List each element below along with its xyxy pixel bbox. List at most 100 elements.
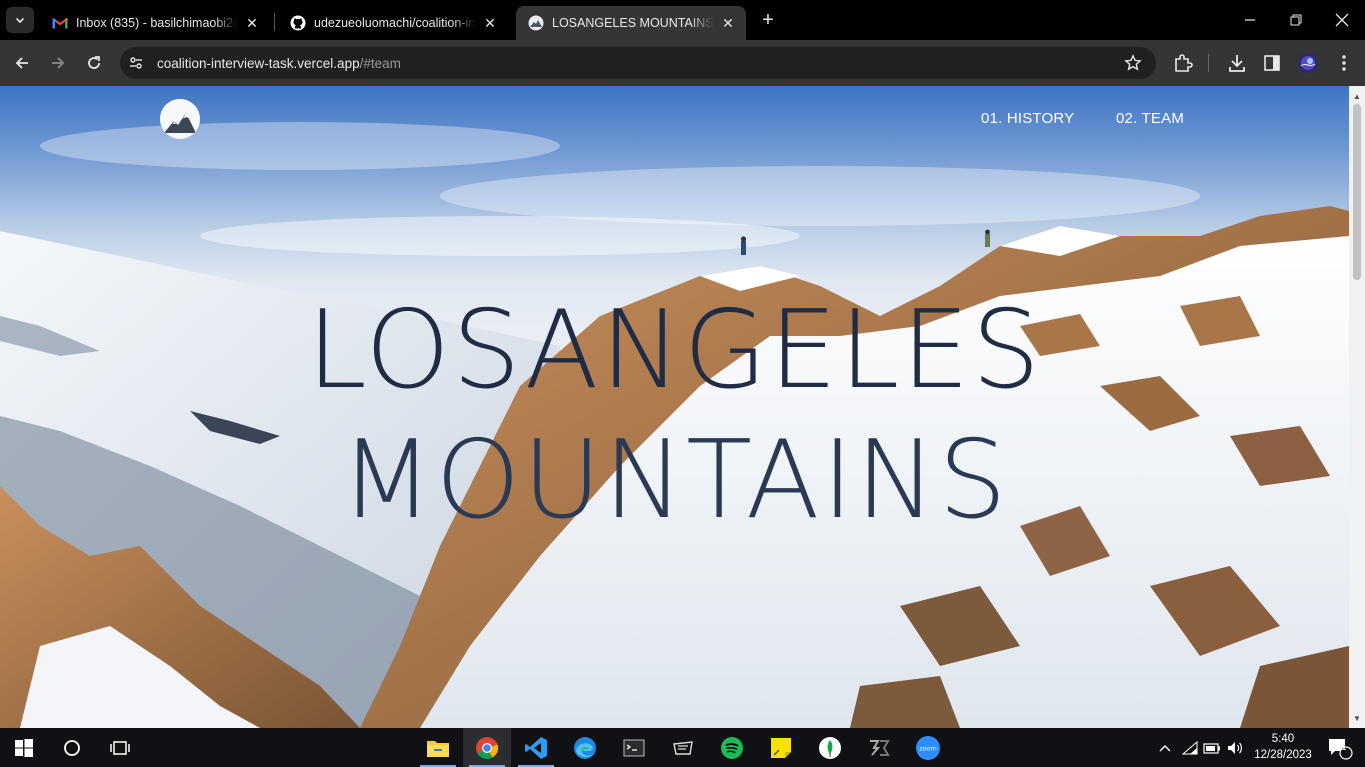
tab-title: udezueoluomachi/coalition-interview-task	[314, 16, 476, 30]
windows-logo-icon	[15, 738, 33, 757]
start-button[interactable]	[0, 728, 48, 767]
tab-title: Inbox (835) - basilchimaobi2@gmail.com	[76, 16, 238, 30]
sticky-notes-icon	[771, 737, 791, 758]
hero-title-line1: LOSANGELES	[306, 288, 1043, 413]
show-hidden-icons-button[interactable]	[1155, 728, 1175, 767]
windows-taskbar: zoom 5:40 12/28/2023 1	[0, 728, 1365, 767]
file-explorer-icon	[427, 740, 449, 757]
mountain-logo-icon	[528, 15, 544, 31]
back-button[interactable]	[8, 49, 36, 77]
restore-button[interactable]	[1273, 0, 1319, 40]
nav-link-history[interactable]: 01. HISTORY	[981, 110, 1074, 127]
tab-github[interactable]: udezueoluomachi/coalition-interview-task…	[278, 6, 508, 40]
close-icon[interactable]: ✕	[482, 15, 498, 31]
terminal-icon	[623, 739, 645, 756]
taskbar-mongodb[interactable]	[806, 728, 854, 767]
task-view-icon	[110, 740, 130, 755]
notification-count-badge: 1	[1341, 742, 1347, 752]
volume-control[interactable]	[1225, 728, 1245, 767]
chevron-up-icon	[1159, 744, 1171, 751]
address-bar[interactable]: coalition-interview-task.vercel.app/#tea…	[120, 47, 1156, 79]
taskbar-vscode[interactable]	[512, 728, 560, 767]
scroll-down-arrow-icon[interactable]: ▼	[1349, 710, 1365, 726]
taskbar-zoom[interactable]: zoom	[904, 728, 952, 767]
download-icon	[1229, 55, 1245, 72]
site-info-icon[interactable]	[120, 47, 152, 79]
page-scrollbar[interactable]: ▲ ▼	[1349, 86, 1365, 728]
taskbar-terminal[interactable]	[610, 728, 658, 767]
arrow-right-icon	[52, 57, 65, 69]
chevron-down-icon	[15, 17, 25, 24]
close-icon	[1335, 13, 1349, 27]
taskbar-sticky-notes[interactable]	[757, 728, 805, 767]
clock-time: 5:40	[1271, 733, 1295, 745]
clock-date: 12/28/2023	[1254, 749, 1312, 761]
taskbar-file-explorer[interactable]	[414, 728, 462, 767]
tab-strip: Inbox (835) - basilchimaobi2@gmail.com ✕…	[0, 0, 1365, 40]
battery-status[interactable]	[1202, 728, 1222, 767]
taskbar-vpn[interactable]	[659, 728, 707, 767]
minimize-icon	[1245, 19, 1255, 21]
tab-losangeles-mountains[interactable]: LOSANGELES MOUNTAINS ✕	[516, 6, 746, 40]
speaker-icon	[1228, 741, 1242, 754]
github-icon	[290, 15, 306, 31]
edge-icon	[574, 736, 596, 759]
side-panel-button[interactable]	[1261, 52, 1283, 74]
taskbar-app[interactable]	[855, 728, 903, 767]
hero-title-line2: MOUNTAINS	[340, 418, 1009, 543]
system-clock[interactable]: 5:40 12/28/2023	[1248, 731, 1318, 763]
chrome-icon	[476, 736, 499, 759]
search-circle-icon	[64, 739, 80, 756]
close-icon[interactable]: ✕	[720, 15, 736, 31]
toolbar-divider	[1208, 54, 1209, 72]
new-tab-button[interactable]: +	[756, 8, 780, 32]
vscode-icon	[525, 736, 547, 759]
battery-icon	[1203, 742, 1220, 754]
downloads-button[interactable]	[1226, 52, 1248, 74]
browser-menu-button[interactable]	[1333, 52, 1355, 74]
site-logo[interactable]	[160, 99, 200, 139]
network-status[interactable]	[1180, 728, 1200, 767]
close-icon[interactable]: ✕	[244, 15, 260, 31]
puzzle-icon	[1175, 54, 1193, 72]
hero-title: LOSANGELES MOUNTAINS	[0, 286, 1349, 546]
restore-icon	[1290, 14, 1302, 26]
taskbar-spotify[interactable]	[708, 728, 756, 767]
forward-button[interactable]	[44, 49, 72, 77]
search-button[interactable]	[48, 728, 96, 767]
tab-search-button[interactable]	[6, 7, 34, 33]
task-view-button[interactable]	[96, 728, 144, 767]
nav-link-team[interactable]: 02. TEAM	[1116, 110, 1184, 127]
reload-icon	[88, 56, 100, 69]
arrow-left-icon	[15, 57, 28, 69]
side-panel-icon	[1264, 55, 1280, 71]
close-window-button[interactable]	[1319, 0, 1365, 40]
reload-button[interactable]	[80, 49, 108, 77]
tab-title: LOSANGELES MOUNTAINS	[552, 16, 714, 30]
scroll-up-arrow-icon[interactable]: ▲	[1349, 88, 1365, 104]
url-host: coalition-interview-task.vercel.app	[157, 55, 360, 71]
web-page: 01. HISTORY 02. TEAM LOSANGELES MOUNTAIN…	[0, 86, 1349, 728]
scroll-thumb[interactable]	[1353, 104, 1361, 280]
tab-gmail[interactable]: Inbox (835) - basilchimaobi2@gmail.com ✕	[40, 6, 270, 40]
vpn-icon	[673, 740, 693, 755]
tab-divider	[274, 13, 275, 31]
url-path: /#team	[359, 55, 401, 71]
minimize-button[interactable]	[1227, 0, 1273, 40]
taskbar-edge[interactable]	[561, 728, 609, 767]
zoom-icon: zoom	[916, 735, 940, 760]
svg-text:zoom: zoom	[919, 744, 937, 752]
extensions-button[interactable]	[1172, 52, 1194, 74]
bookmark-star-icon[interactable]	[1124, 54, 1142, 72]
gmail-icon	[52, 15, 68, 31]
taskbar-chrome[interactable]	[463, 728, 511, 767]
mongodb-icon	[819, 736, 841, 759]
url-text: coalition-interview-task.vercel.app/#tea…	[157, 56, 401, 71]
wifi-icon	[1182, 740, 1198, 754]
profile-avatar[interactable]	[1297, 52, 1319, 74]
app-icon	[870, 739, 890, 756]
spotify-icon	[721, 736, 743, 759]
action-center-button[interactable]: 1	[1320, 728, 1360, 767]
browser-toolbar: coalition-interview-task.vercel.app/#tea…	[0, 40, 1365, 86]
mountain-logo-icon	[160, 99, 200, 139]
